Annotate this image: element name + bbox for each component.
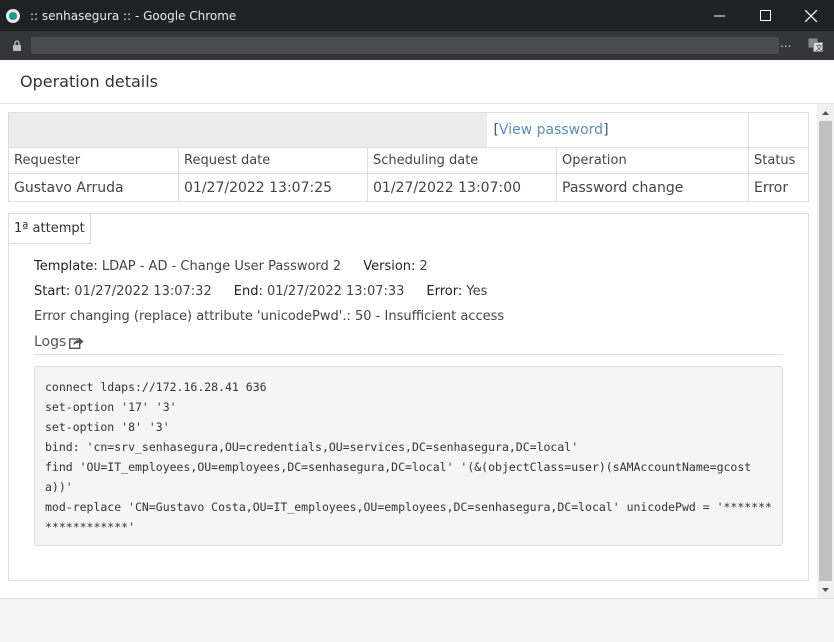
cell-status: Error	[748, 173, 809, 202]
error-value: Yes	[466, 284, 488, 299]
browser-title-bar: :: senhasegura :: - Google Chrome	[0, 0, 834, 31]
log-line: mod-replace 'CN=Gustavo Costa,OU=IT_empl…	[45, 500, 772, 534]
col-requester: Requester	[8, 147, 179, 174]
page-scrollbar[interactable]	[817, 104, 834, 598]
operation-table: [View password] Requester Request date S…	[8, 112, 809, 202]
view-password-link[interactable]: [View password]	[493, 122, 608, 138]
template-label: Template:	[34, 259, 98, 274]
share-icon[interactable]	[69, 336, 84, 349]
logs-label: Logs	[34, 334, 67, 350]
url-field[interactable]	[31, 37, 779, 54]
scroll-up-button[interactable]	[817, 104, 834, 121]
col-scheduling-date: Scheduling date	[367, 147, 557, 174]
log-line: connect ldaps://172.16.28.41 636	[45, 380, 267, 394]
cell-requester: Gustavo Arruda	[8, 173, 179, 202]
close-button[interactable]	[788, 0, 834, 31]
tab-first-attempt[interactable]: 1ª attempt	[9, 214, 91, 244]
end-label: End:	[233, 284, 263, 299]
col-operation: Operation	[556, 147, 749, 174]
translate-icon[interactable]: 文	[808, 38, 823, 52]
arrow-up-icon	[822, 110, 829, 115]
start-value: 01/27/2022 13:07:32	[74, 284, 212, 299]
cell-scheduling-date: 01/27/2022 13:07:00	[367, 173, 557, 202]
template-row: Template: LDAP - AD - Change User Passwo…	[34, 254, 504, 279]
lock-icon	[13, 40, 21, 51]
minimize-icon	[713, 15, 725, 17]
credential-row: [View password]	[8, 112, 809, 148]
log-line: set-option '17' '3'	[45, 400, 177, 414]
address-bar: ... 文	[0, 31, 834, 60]
error-label: Error:	[426, 284, 463, 299]
maximize-icon	[759, 10, 771, 21]
col-request-date: Request date	[178, 147, 368, 174]
end-value: 01/27/2022 13:07:33	[266, 284, 405, 299]
maximize-button[interactable]	[742, 0, 788, 31]
version-label: Version:	[363, 259, 416, 274]
version-value: 2	[419, 259, 428, 274]
credential-cell: [View password]	[8, 112, 749, 148]
cell-request-date: 01/27/2022 13:07:25	[178, 173, 368, 202]
attempt-details: Template: LDAP - AD - Change User Passwo…	[34, 254, 504, 329]
window-title: :: senhasegura :: - Google Chrome	[30, 8, 237, 23]
log-line: set-option '8' '3'	[45, 420, 170, 434]
log-line: find 'OU=IT_employees,OU=employees,DC=se…	[45, 460, 752, 494]
attempt-panel: 1ª attempt Template: LDAP - AD - Change …	[8, 213, 809, 581]
template-value: LDAP - AD - Change User Password 2	[101, 259, 342, 274]
credential-blurred	[9, 113, 487, 147]
page-header: Operation details	[0, 60, 834, 104]
svg-text:文: 文	[816, 43, 823, 52]
cell-operation: Password change	[556, 173, 749, 202]
scroll-down-button[interactable]	[817, 581, 834, 598]
senhasegura-app-icon	[6, 8, 20, 23]
logs-header: Logs	[34, 334, 783, 355]
start-label: Start:	[34, 284, 71, 299]
table-row: Gustavo Arruda 01/27/2022 13:07:25 01/27…	[8, 173, 809, 202]
arrow-down-icon	[822, 587, 829, 592]
error-message: Error changing (replace) attribute 'unic…	[34, 309, 505, 324]
minimize-button[interactable]	[696, 0, 742, 31]
table-header-row: Requester Request date Scheduling date O…	[8, 147, 809, 174]
page-footer	[0, 598, 834, 642]
scrollbar-thumb[interactable]	[819, 121, 832, 581]
col-status: Status	[748, 147, 809, 174]
url-overflow: ...	[780, 36, 792, 50]
page-title: Operation details	[20, 72, 159, 91]
credential-cell-empty	[748, 112, 809, 148]
log-output: connect ldaps://172.16.28.41 636 set-opt…	[34, 366, 783, 546]
log-line: bind: 'cn=srv_senhasegura,OU=credentials…	[45, 440, 579, 454]
close-icon	[805, 9, 817, 22]
window-controls	[696, 0, 834, 31]
timing-row: Start: 01/27/2022 13:07:32 End: 01/27/20…	[34, 279, 504, 304]
error-message-row: Error changing (replace) attribute 'unic…	[34, 304, 504, 329]
